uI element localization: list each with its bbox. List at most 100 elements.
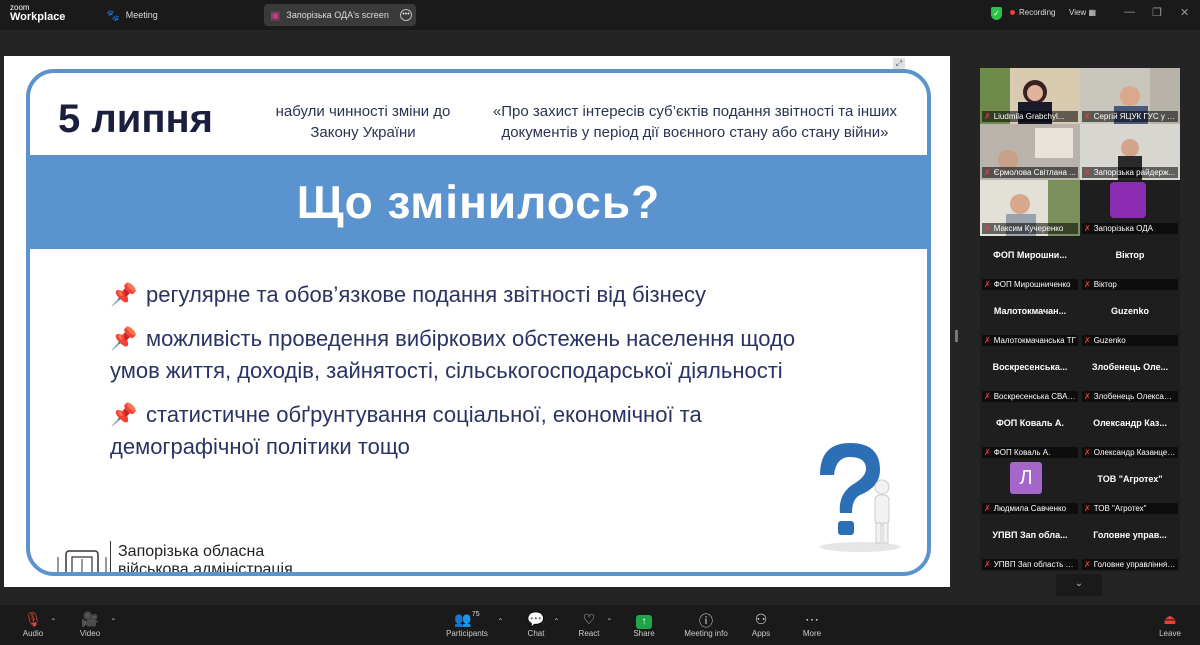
video-off-icon: 🎥 — [81, 611, 99, 627]
tab-meeting-label: Meeting — [125, 10, 158, 20]
slide-law-title: «Про захист інтересів суб’єктів подання … — [492, 103, 898, 141]
participant-name: ✗ Єрмолова Світлана ... — [982, 167, 1078, 178]
chevron-up-icon[interactable]: ⌃ — [50, 617, 57, 626]
view-button[interactable]: View ▦ — [1069, 8, 1096, 17]
slide-footer: Запорізька обласна військова адміністрац… — [118, 543, 293, 572]
leave-button[interactable]: ⏏ Leave — [1145, 611, 1195, 638]
slide-intro: набули чинності зміни до Закону України — [275, 103, 451, 141]
audio-label: Audio — [22, 629, 44, 638]
participant-gallery: ✗ Liudmila Grabchyl... ✗ Сергій ЯЦУК ГУС у… — [978, 66, 1180, 596]
more-options-icon[interactable]: ••• — [400, 9, 412, 21]
info-icon: ⓘ — [699, 613, 713, 629]
bullet-text: регулярне та обов’язкове подання звітнос… — [146, 282, 706, 307]
mic-muted-icon: ✗ — [984, 112, 991, 121]
video-label: Video — [79, 629, 101, 638]
more-label: More — [802, 629, 822, 638]
bullet-item: 📌 можливість проведення вибіркових обстеж… — [110, 323, 810, 387]
participant-tile[interactable]: Олександр Каз... ✗ Олександр Казанцев... — [1080, 404, 1180, 460]
participant-tile[interactable]: ✗ Liudmila Grabchyl... — [980, 68, 1080, 124]
recording-label: Recording — [1019, 8, 1056, 17]
share-button[interactable]: ↑ Share — [619, 611, 669, 638]
mic-muted-icon: ✗ — [1084, 448, 1091, 457]
participant-name-text: ТОВ "Агротех" — [1093, 504, 1147, 513]
zoom-logo: zoom Workplace — [10, 4, 65, 23]
participant-name: ✗ Головне управління ... — [1082, 559, 1178, 570]
participant-name: ✗ УПВП Зап область С... — [982, 559, 1078, 570]
mic-muted-icon: ✗ — [984, 448, 991, 457]
share-screen-icon: ↑ — [619, 611, 669, 629]
minimize-icon[interactable]: — — [1124, 6, 1135, 18]
participant-name: ✗ Запорізька райдерж... — [1082, 167, 1178, 178]
question-mark-figure-icon — [820, 443, 900, 552]
chevron-down-icon[interactable]: ⌄ — [1056, 574, 1102, 596]
participant-name: ✗ ТОВ "Агротех" — [1082, 503, 1178, 514]
participant-tile[interactable]: УПВП Зап обла... ✗ УПВП Зап область С... — [980, 516, 1080, 572]
chevron-up-icon[interactable]: ⌃ — [110, 617, 117, 626]
participant-name: ✗ Малотокмачанська ТГ — [982, 335, 1078, 346]
participant-display-name: Головне управ... — [1093, 530, 1167, 540]
recording-indicator[interactable]: Recording — [1010, 8, 1055, 17]
leave-icon: ⏏ — [1163, 611, 1177, 627]
meeting-info-label: Meeting info — [684, 629, 728, 638]
participant-tile[interactable]: Воскресенська... ✗ Воскресенська СВА З... — [980, 348, 1080, 404]
participants-label: Participants — [446, 629, 488, 638]
participant-name-text: ФОП Мирошниченко — [993, 280, 1071, 289]
recording-dot-icon — [1010, 10, 1015, 16]
participant-name-text: Віктор — [1093, 280, 1117, 289]
mic-muted-icon: ✗ — [984, 336, 991, 345]
shared-screen: ⤢ 5 липня набули чинності зміни до Закон… — [4, 56, 950, 587]
apps-icon: ⚇ — [754, 611, 768, 627]
mic-muted-icon: ✗ — [1084, 392, 1091, 401]
participant-tile[interactable]: ФОП Коваль А. ✗ ФОП Коваль А. — [980, 404, 1080, 460]
participant-display-name: Злобенець Оле... — [1091, 362, 1169, 372]
participant-tile[interactable]: ФОП Мирошни... ✗ ФОП Мирошниченко — [980, 236, 1080, 292]
participant-tile[interactable]: ✗ Запорізька райдерж... — [1080, 124, 1180, 180]
bullet-text: статистичне обґрунтування соціальної, ек… — [110, 402, 702, 459]
participant-tile[interactable]: ✗ Єрмолова Світлана ... — [980, 124, 1080, 180]
participant-tile[interactable]: Guzenko ✗ Guzenko — [1080, 292, 1180, 348]
slide-frame: 5 липня набули чинності зміни до Закону … — [26, 69, 931, 576]
slide-headline: Що змінилось? — [296, 176, 661, 228]
participant-tile[interactable]: Віктор ✗ Віктор — [1080, 236, 1180, 292]
participant-tile[interactable]: ✗ Максим Кучеренко — [980, 180, 1080, 236]
participant-display-name: ТОВ "Агротех" — [1097, 474, 1163, 484]
chevron-up-icon[interactable]: ⌃ — [606, 617, 613, 626]
tab-meeting[interactable]: 🐾 Meeting — [100, 4, 164, 26]
tab-shared-screen[interactable]: ▣ Запорізька ОДА's screen ••• — [264, 4, 416, 26]
participant-name: ✗ Олександр Казанцев... — [1082, 447, 1178, 458]
security-shield-icon[interactable]: ✓ — [991, 7, 1002, 20]
apps-button[interactable]: ⚇ Apps — [736, 611, 786, 638]
restore-icon[interactable]: ❐ — [1152, 6, 1162, 19]
chevron-up-icon[interactable]: ⌃ — [497, 617, 504, 626]
participants-button[interactable]: 👥75 Participants — [442, 611, 492, 638]
participant-display-name: Олександр Каз... — [1093, 418, 1167, 428]
participant-name: ✗ ФОП Коваль А. — [982, 447, 1078, 458]
participant-name-text: Єрмолова Світлана ... — [993, 168, 1076, 177]
participant-name: ✗ Liudmila Grabchyl... — [982, 111, 1078, 122]
pushpin-icon: 📌 — [110, 326, 138, 351]
participant-name-text: Олександр Казанцев... — [1093, 448, 1178, 457]
more-button[interactable]: ⋯ More — [787, 611, 837, 638]
participant-name-text: УПВП Зап область С... — [993, 560, 1078, 569]
participant-name: ✗ Guzenko — [1082, 335, 1178, 346]
participant-display-name: Воскресенська... — [992, 362, 1068, 372]
close-icon[interactable]: ✕ — [1180, 6, 1189, 19]
chevron-up-icon[interactable]: ⌃ — [553, 617, 560, 626]
video-button[interactable]: 🎥 Video — [65, 611, 115, 638]
participant-tile-active-speaker[interactable]: ✗Сергій ЯЦУК ГУС у Запо... — [1080, 68, 1180, 124]
participant-tile[interactable]: ТОВ "Агротех" ✗ ТОВ "Агротех" — [1080, 460, 1180, 516]
meeting-info-button[interactable]: ⓘ Meeting info — [681, 611, 731, 638]
participant-tile[interactable]: Малотокмачан... ✗ Малотокмачанська ТГ — [980, 292, 1080, 348]
participant-tile[interactable]: Л ✗ Людмила Савченко — [980, 460, 1080, 516]
participant-name-text: Людмила Савченко — [993, 504, 1067, 513]
participant-name-text: Максим Кучеренко — [993, 224, 1064, 233]
panel-resize-handle[interactable] — [955, 330, 958, 342]
participant-display-name: УПВП Зап обла... — [992, 530, 1068, 540]
participant-tile[interactable]: ✗ Запорізька ОДА — [1080, 180, 1180, 236]
headline-band: Що змінилось? — [30, 155, 927, 249]
participant-display-name: ФОП Мирошни... — [993, 250, 1067, 260]
mic-muted-icon: ✗ — [1084, 280, 1091, 289]
participant-display-name: ФОП Коваль А. — [996, 418, 1064, 428]
participant-tile[interactable]: Злобенець Оле... ✗ Злобенець Олександ... — [1080, 348, 1180, 404]
participant-tile[interactable]: Головне управ... ✗ Головне управління ... — [1080, 516, 1180, 572]
